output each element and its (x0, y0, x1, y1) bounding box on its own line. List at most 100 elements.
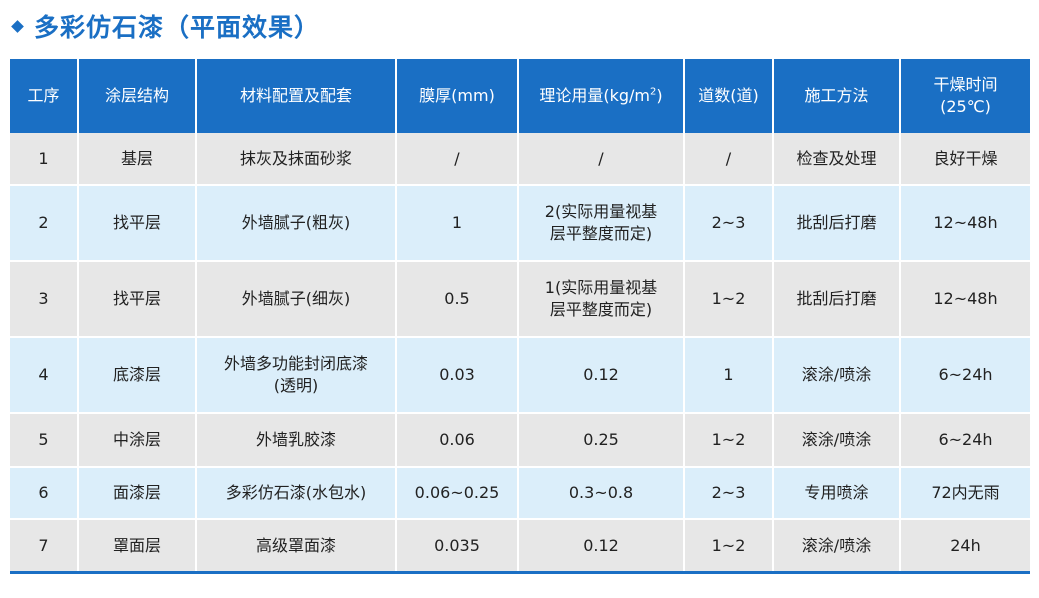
header-usage-text: 理论用量(kg/m (539, 86, 651, 105)
cell-thickness-line: 0.06 (439, 430, 475, 449)
page-title: 多彩仿石漆（平面效果） (34, 13, 321, 42)
table-bottom-rule (10, 571, 1030, 574)
cell-passes: 1~2 (684, 261, 774, 338)
table-row: 1 基层 抹灰及抹面砂浆 / / / 检查及处理 良好干燥 (10, 133, 1030, 186)
cell-thickness-line: 0.03 (439, 365, 475, 384)
cell-layer: 中涂层 (78, 413, 197, 468)
cell-thickness: 0.06 (396, 413, 519, 468)
cell-step-line: 1 (38, 148, 49, 168)
cell-step: 6 (10, 467, 79, 520)
cell-step-line: 5 (38, 430, 49, 449)
cell-usage-line: 0.25 (583, 430, 619, 449)
header-dry-line2: (25℃) (940, 97, 991, 116)
cell-step: 4 (10, 337, 79, 414)
cell-step-line: 3 (38, 289, 49, 308)
cell-material-line: 外墙腻子(细灰) (241, 289, 351, 308)
cell-usage: 0.12 (518, 337, 685, 414)
cell-method-line: 滚涂/喷涂 (801, 430, 872, 449)
cell-usage-line2: 层平整度而定) (549, 300, 653, 319)
cell-method: 滚涂/喷涂 (773, 413, 901, 468)
cell-material: 外墙乳胶漆 (196, 413, 397, 468)
cell-material: 外墙多功能封闭底漆 (透明) (196, 337, 397, 414)
table-row: 2 找平层 外墙腻子(粗灰) 1 2(实际用量视基 层平整度而定) 2~3 批刮后打磨 12~4… (10, 185, 1030, 262)
header-layer: 涂层结构 (78, 59, 197, 133)
cell-layer-line: 中涂层 (112, 430, 161, 449)
cell-passes: 1 (684, 337, 774, 414)
cell-dry-time-line: 6~24h (938, 430, 993, 449)
cell-layer: 面漆层 (78, 467, 197, 520)
table-row: 6 面漆层 多彩仿石漆(水包水) 0.06~0.25 0.3~0.8 2~3 专用喷涂 72内… (10, 467, 1030, 520)
cell-layer-line: 面漆层 (112, 483, 161, 502)
cell-passes-line: / (725, 148, 732, 168)
cell-method: 批刮后打磨 (773, 185, 901, 262)
cell-method: 批刮后打磨 (773, 261, 901, 338)
table-body: 1 基层 抹灰及抹面砂浆 / / / 检查及处理 良好干燥 2 找平层 外墙腻子(粗灰) 1 2(实际用… (10, 133, 1030, 574)
table-header-row: 工序 涂层结构 材料配置及配套 膜厚(mm) 理论用量(kg/m2) 道数(道)… (10, 59, 1030, 133)
cell-passes-line: 1~2 (711, 289, 746, 308)
cell-thickness: 0.5 (396, 261, 519, 338)
cell-thickness-line: / (454, 148, 460, 168)
cell-step-line: 6 (38, 483, 49, 502)
cell-dry-time: 24h (900, 519, 1030, 574)
cell-layer-line: 罩面层 (112, 536, 161, 555)
cell-layer-line: 基层 (120, 148, 153, 168)
cell-usage: 0.25 (518, 413, 685, 468)
cell-passes-line: 2~3 (711, 213, 746, 232)
cell-method-line: 滚涂/喷涂 (801, 536, 872, 555)
cell-material-line: 高级罩面漆 (255, 536, 336, 555)
cell-usage: 1(实际用量视基 层平整度而定) (518, 261, 685, 338)
cell-layer: 找平层 (78, 261, 197, 338)
cell-method-line: 批刮后打磨 (796, 289, 877, 308)
cell-dry-time: 6~24h (900, 413, 1030, 468)
cell-method: 滚涂/喷涂 (773, 519, 901, 574)
cell-usage-line: 2(实际用量视基 (544, 202, 658, 221)
cell-material: 多彩仿石漆(水包水) (196, 467, 397, 520)
table-row: 7 罩面层 高级罩面漆 0.035 0.12 1~2 滚涂/喷涂 24h (10, 519, 1030, 574)
cell-passes-line: 1 (723, 365, 734, 384)
cell-method: 检查及处理 (773, 133, 901, 186)
cell-method-line: 专用喷涂 (804, 483, 869, 502)
cell-thickness-line: 0.06~0.25 (414, 483, 500, 502)
cell-passes: 2~3 (684, 185, 774, 262)
cell-step-line: 4 (38, 365, 49, 384)
cell-method: 专用喷涂 (773, 467, 901, 520)
header-dry-time: 干燥时间 (25℃) (900, 59, 1030, 133)
cell-method: 滚涂/喷涂 (773, 337, 901, 414)
cell-dry-time-line: 12~48h (933, 289, 998, 308)
header-usage-close: ) (656, 86, 663, 105)
cell-passes-line: 1~2 (711, 430, 746, 449)
header-material: 材料配置及配套 (196, 59, 397, 133)
cell-dry-time: 12~48h (900, 185, 1030, 262)
cell-passes: / (684, 133, 774, 186)
cell-step-line: 7 (38, 536, 49, 555)
cell-usage: 0.12 (518, 519, 685, 574)
cell-material-line: 外墙多功能封闭底漆 (223, 354, 368, 373)
cell-material-line: 外墙乳胶漆 (255, 430, 336, 449)
cell-passes: 2~3 (684, 467, 774, 520)
header-method: 施工方法 (773, 59, 901, 133)
process-table: 工序 涂层结构 材料配置及配套 膜厚(mm) 理论用量(kg/m2) 道数(道)… (10, 59, 1030, 574)
header-passes: 道数(道) (684, 59, 774, 133)
cell-dry-time-line: 72内无雨 (931, 483, 1000, 502)
cell-material: 外墙腻子(细灰) (196, 261, 397, 338)
cell-method-line: 滚涂/喷涂 (801, 365, 872, 384)
cell-step: 5 (10, 413, 79, 468)
diamond-bullet-icon (11, 19, 24, 33)
cell-layer-line: 找平层 (112, 289, 161, 308)
cell-usage-line: 1(实际用量视基 (544, 278, 658, 297)
cell-thickness-line: 1 (451, 213, 463, 232)
table-row: 4 底漆层 外墙多功能封闭底漆 (透明) 0.03 0.12 1 滚涂/喷涂 6~24h (10, 337, 1030, 414)
cell-layer: 基层 (78, 133, 197, 186)
cell-step: 3 (10, 261, 79, 338)
cell-dry-time: 72内无雨 (900, 467, 1030, 520)
cell-thickness: 1 (396, 185, 519, 262)
cell-dry-time: 12~48h (900, 261, 1030, 338)
cell-dry-time-line: 良好干燥 (933, 148, 998, 168)
header-dry-line1: 干燥时间 (933, 75, 998, 94)
header-usage: 理论用量(kg/m2) (518, 59, 685, 133)
header-thickness: 膜厚(mm) (396, 59, 519, 133)
cell-thickness: 0.035 (396, 519, 519, 574)
cell-usage-line2: 层平整度而定) (549, 224, 653, 243)
cell-passes-line: 2~3 (711, 483, 746, 502)
cell-step: 2 (10, 185, 79, 262)
